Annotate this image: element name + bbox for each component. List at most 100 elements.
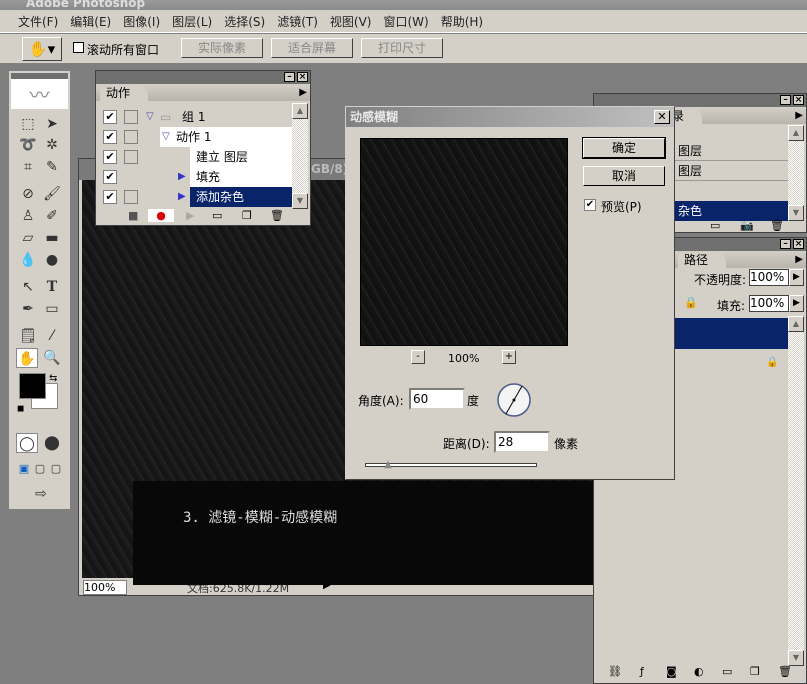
close-icon[interactable]: × xyxy=(793,239,804,249)
healing-brush-icon[interactable]: ⊘ xyxy=(17,184,39,204)
actual-pixels-button[interactable]: 实际像素 xyxy=(181,38,263,58)
dodge-icon[interactable]: ● xyxy=(41,250,63,270)
angle-dial[interactable] xyxy=(496,382,532,418)
stamp-icon[interactable]: ♙ xyxy=(17,206,39,226)
scrollbar[interactable]: ▲ ▼ xyxy=(788,125,804,221)
gradient-icon[interactable]: ▬ xyxy=(41,228,63,248)
notes-icon[interactable]: 🗒 xyxy=(17,326,39,346)
list-item[interactable]: ✔ ▶ 填充 xyxy=(96,167,294,187)
hand-icon[interactable]: ✋ xyxy=(16,348,38,368)
preview-image[interactable] xyxy=(360,138,568,346)
default-colors-icon[interactable]: ◼ xyxy=(17,404,24,414)
new-document-icon[interactable]: ▭ xyxy=(710,219,720,232)
new-layer-icon[interactable]: ❐ xyxy=(750,665,760,678)
list-item[interactable]: ✔ 建立 图层 xyxy=(96,147,294,167)
fill-slider-arrow-icon[interactable]: ▶ xyxy=(789,295,804,312)
slice-icon[interactable]: ✎ xyxy=(41,157,63,177)
brush-icon[interactable]: 🖌 xyxy=(41,184,63,204)
magic-wand-icon[interactable]: ✲ xyxy=(41,135,63,155)
menu-edit[interactable]: 编辑(E) xyxy=(64,10,117,32)
actions-panel: – × 动作 ▶ ✔ ▽ ▭ 组 1 ✔ ▽ 动作 1 ✔ 建立 图层 ✔ ▶ 填充 ✔ 添加杂色 ▶ … xyxy=(95,70,311,226)
close-icon[interactable]: × xyxy=(297,72,308,82)
opacity-field[interactable]: 100% xyxy=(749,269,789,286)
zoom-icon[interactable]: 🔍 xyxy=(41,348,63,368)
eyedropper-icon[interactable]: ⁄ xyxy=(41,326,63,346)
menu-image[interactable]: 图像(I) xyxy=(117,10,166,32)
menu-help[interactable]: 帮助(H) xyxy=(435,10,489,32)
play-icon[interactable]: ▶ xyxy=(186,209,194,222)
print-size-button[interactable]: 打印尺寸 xyxy=(361,38,443,58)
distance-input[interactable] xyxy=(494,431,550,453)
quick-mask-icon[interactable]: ⬤ xyxy=(41,433,63,453)
fit-screen-button[interactable]: 适合屏幕 xyxy=(271,38,353,58)
list-item-selected[interactable]: ✔ 添加杂色 ▶ xyxy=(96,187,294,207)
eraser-icon[interactable]: ▱ xyxy=(17,228,39,248)
shape-icon[interactable]: ▭ xyxy=(41,299,63,319)
list-item[interactable]: ✔ ▽ 动作 1 xyxy=(96,127,294,147)
marquee-icon[interactable]: ⬚ xyxy=(17,114,39,134)
delete-icon[interactable]: 🗑 xyxy=(770,219,784,232)
scroll-all-checkbox[interactable] xyxy=(73,42,84,53)
new-group-icon[interactable]: ▭ xyxy=(722,665,732,678)
lock-all-icon[interactable]: 🔒 xyxy=(684,296,698,309)
menu-view[interactable]: 视图(V) xyxy=(324,10,378,32)
tab-paths[interactable]: 路径 xyxy=(678,253,727,268)
history-brush-icon[interactable]: ✐ xyxy=(41,206,63,226)
scrollbar[interactable]: ▲ ▼ xyxy=(292,103,308,209)
panel-menu-icon[interactable]: ▶ xyxy=(795,110,803,121)
scrollbar[interactable]: ▲ ▼ xyxy=(788,316,804,666)
hand-tool-preset-icon[interactable]: ✋▾ xyxy=(22,37,62,61)
move-icon[interactable]: ➤ xyxy=(41,114,63,134)
opacity-slider-arrow-icon[interactable]: ▶ xyxy=(789,269,804,286)
tab-actions[interactable]: 动作 xyxy=(100,86,149,101)
list-item[interactable]: ✔ ▽ ▭ 组 1 xyxy=(96,107,294,127)
menu-select[interactable]: 选择(S) xyxy=(218,10,271,32)
zoom-out-button[interactable]: - xyxy=(411,350,425,364)
blur-icon[interactable]: 💧 xyxy=(17,250,39,270)
screen-mode-full-icon[interactable]: ▢ xyxy=(45,459,67,479)
preview-checkbox[interactable]: ✔ xyxy=(584,199,596,211)
minimize-icon[interactable]: – xyxy=(780,239,791,249)
fill-field[interactable]: 100% xyxy=(749,295,789,312)
distance-slider-thumb[interactable]: ▲ xyxy=(384,459,392,470)
fill-label: 填充: xyxy=(717,299,746,313)
layer-style-icon[interactable]: ƒ xyxy=(640,665,644,678)
angle-label: 角度(A): xyxy=(358,394,404,408)
menu-layer[interactable]: 图层(L) xyxy=(166,10,218,32)
minimize-icon[interactable]: – xyxy=(780,95,791,105)
foreground-color-swatch[interactable] xyxy=(19,373,46,399)
lasso-icon[interactable]: ➰ xyxy=(17,135,39,155)
pen-icon[interactable]: ✒ xyxy=(17,299,39,319)
ok-button[interactable]: 确定 xyxy=(582,137,666,159)
angle-input[interactable] xyxy=(409,388,465,410)
stop-icon[interactable]: ■ xyxy=(128,209,138,222)
zoom-in-button[interactable]: + xyxy=(502,350,516,364)
delete-icon[interactable]: 🗑 xyxy=(778,665,792,678)
cancel-button[interactable]: 取消 xyxy=(583,166,665,186)
adjustment-layer-icon[interactable]: ◐ xyxy=(694,665,704,678)
new-action-icon[interactable]: ❐ xyxy=(242,209,252,222)
menu-filter[interactable]: 滤镜(T) xyxy=(271,10,324,32)
record-icon[interactable]: ● xyxy=(148,209,174,222)
minimize-icon[interactable]: – xyxy=(284,72,295,82)
link-icon[interactable]: ⛓ xyxy=(608,665,622,678)
delete-icon[interactable]: 🗑 xyxy=(270,209,284,222)
crop-icon[interactable]: ⌗ xyxy=(17,157,39,177)
menu-window[interactable]: 窗口(W) xyxy=(377,10,434,32)
close-icon[interactable]: × xyxy=(793,95,804,105)
new-set-icon[interactable]: ▭ xyxy=(212,209,222,222)
close-icon[interactable]: ✕ xyxy=(654,110,670,124)
path-select-icon[interactable]: ↖ xyxy=(17,277,39,297)
scroll-all-label: 滚动所有窗口 xyxy=(87,43,160,57)
add-mask-icon[interactable]: ◙ xyxy=(666,665,677,678)
snapshot-icon[interactable]: 📷 xyxy=(740,219,754,232)
type-icon[interactable]: T xyxy=(41,277,63,297)
swap-colors-icon[interactable]: ⇆ xyxy=(49,373,57,384)
jump-to-imageready-icon[interactable]: ⇨ xyxy=(23,484,59,504)
lock-icon: 🔒 xyxy=(766,357,779,368)
menu-file[interactable]: 文件(F) xyxy=(12,10,64,32)
panel-menu-icon[interactable]: ▶ xyxy=(795,254,803,265)
panel-menu-icon[interactable]: ▶ xyxy=(299,87,307,98)
zoom-field[interactable]: 100% xyxy=(83,580,127,595)
standard-mode-icon[interactable]: ◯ xyxy=(16,433,38,453)
